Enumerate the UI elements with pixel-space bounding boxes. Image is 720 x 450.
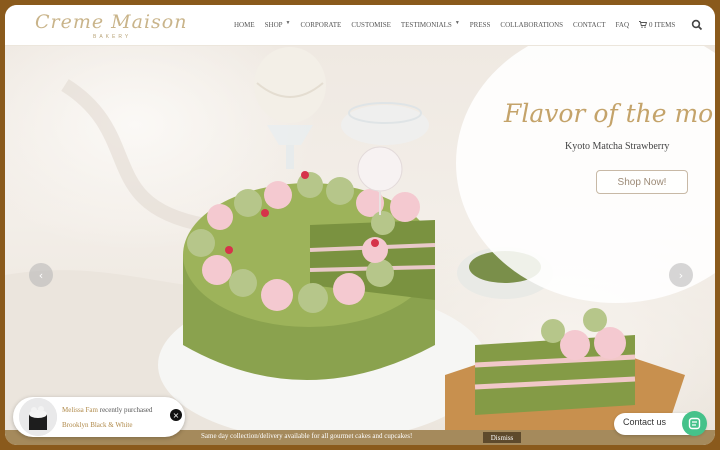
hero-slider: Flavor of the month Kyoto Matcha Strawbe… xyxy=(5,45,715,435)
purchase-notification[interactable]: Melissa Fam recently purchased Brooklyn … xyxy=(13,397,185,437)
nav-item-shop-label: SHOP xyxy=(264,21,283,29)
browser-frame: Creme Maison BAKERY HOME SHOP ▼ CORPORATE… xyxy=(5,5,715,445)
promo-title: Flavor of the month xyxy=(504,99,715,128)
nav-item-testimonials-label: TESTIMONIALS xyxy=(400,21,452,29)
chevron-right-icon: › xyxy=(678,268,684,282)
cart-count: 0 ITEMS xyxy=(649,21,676,29)
product-thumbnail xyxy=(19,398,57,436)
nav-item-contact[interactable]: CONTACT xyxy=(573,21,606,29)
nav-item-testimonials[interactable]: TESTIMONIALS ▼ xyxy=(401,21,460,29)
dropdown-caret-icon: ▼ xyxy=(454,21,460,26)
search-icon[interactable] xyxy=(691,18,703,31)
nav-item-shop[interactable]: SHOP ▼ xyxy=(265,21,291,29)
chevron-left-icon: ‹ xyxy=(38,268,44,282)
logo-subtext: BAKERY xyxy=(93,34,132,40)
dropdown-caret-icon: ▼ xyxy=(285,21,291,26)
slider-prev-button[interactable]: ‹ xyxy=(29,263,53,287)
main-nav: HOME SHOP ▼ CORPORATE CUSTOMISE TESTIMONI… xyxy=(234,5,685,45)
nav-item-press[interactable]: PRESS xyxy=(470,21,491,29)
site-header: Creme Maison BAKERY HOME SHOP ▼ CORPORATE… xyxy=(5,5,715,46)
notification-product[interactable]: Brooklyn Black & White xyxy=(62,421,132,429)
cart-icon xyxy=(639,20,648,30)
notification-headline: Melissa Fam recently purchased xyxy=(62,406,152,414)
shop-now-button[interactable]: Shop Now! xyxy=(596,170,688,194)
customer-name: Melissa Fam xyxy=(62,406,98,414)
announcement-text: Same day collection/delivery available f… xyxy=(201,432,413,440)
site-logo[interactable]: Creme Maison BAKERY xyxy=(35,9,188,41)
logo-text: Creme Maison xyxy=(35,11,188,33)
nav-item-collaborations[interactable]: COLLABORATIONS xyxy=(500,21,563,29)
nav-item-corporate[interactable]: CORPORATE xyxy=(300,21,341,29)
notification-action: recently purchased xyxy=(99,406,153,414)
cart-link[interactable]: 0 ITEMS xyxy=(639,20,676,30)
nav-item-customise[interactable]: CUSTOMISE xyxy=(351,21,391,29)
slider-next-button[interactable]: › xyxy=(669,263,693,287)
contact-us-label: Contact us xyxy=(623,417,667,427)
promo-subtitle: Kyoto Matcha Strawberry xyxy=(565,141,670,152)
nav-item-home[interactable]: HOME xyxy=(234,21,255,29)
close-icon[interactable]: × xyxy=(170,409,182,421)
chat-icon[interactable] xyxy=(682,411,707,436)
dismiss-button[interactable]: Dismiss xyxy=(483,432,521,443)
nav-item-faq[interactable]: FAQ xyxy=(616,21,629,29)
